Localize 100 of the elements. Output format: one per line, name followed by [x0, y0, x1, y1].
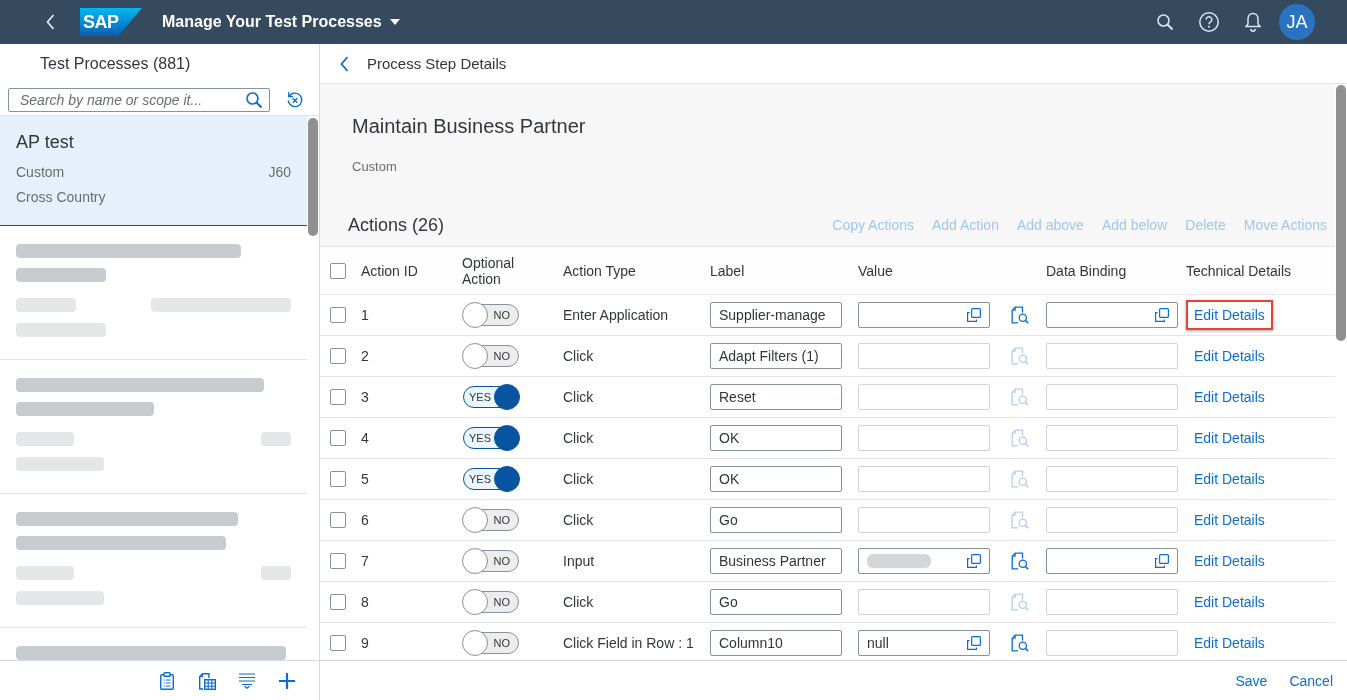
edit-details-link[interactable]: Edit Details [1186, 505, 1273, 535]
label-field[interactable]: Business Partner [710, 548, 842, 574]
toggle-switch[interactable]: NO [462, 589, 520, 615]
table-cell: Enter Application [563, 307, 669, 323]
bell-icon[interactable] [1245, 12, 1261, 32]
column-header: Optional Action [462, 254, 516, 287]
clear-filter-icon[interactable] [286, 91, 304, 109]
blurred-text-block [867, 554, 931, 568]
table-cell: 1 [361, 307, 369, 323]
logo: SAP [80, 8, 142, 36]
scrollbar-thumb[interactable] [308, 118, 318, 236]
item-subtitle: Custom [16, 163, 65, 181]
copy-icon[interactable] [1155, 554, 1169, 568]
toggle-switch[interactable]: NO [462, 302, 520, 328]
object-title: Maintain Business Partner [351, 114, 587, 139]
data-binding-field[interactable] [1046, 302, 1178, 328]
column-header: Label [710, 262, 745, 279]
clipboard-list-icon[interactable] [160, 671, 174, 690]
toggle-switch[interactable]: YES [462, 384, 520, 410]
value-help-icon[interactable] [1011, 552, 1029, 570]
copy-icon[interactable] [967, 308, 981, 322]
label-field[interactable]: Column10 [710, 630, 842, 656]
plus-icon[interactable] [279, 672, 295, 689]
footer-button[interactable]: Save [1227, 665, 1276, 696]
help-icon[interactable] [1199, 12, 1219, 32]
scrollbar-thumb[interactable] [1336, 85, 1346, 341]
column-header: Action Type [563, 262, 636, 279]
edit-details-link[interactable]: Edit Details [1186, 341, 1273, 371]
edit-details-link[interactable]: Edit Details [1186, 628, 1273, 658]
label-field[interactable]: Reset [710, 384, 842, 410]
value-help-icon[interactable] [1011, 306, 1029, 324]
checkbox[interactable] [330, 262, 346, 279]
blurred-text-block [261, 566, 291, 580]
value-field[interactable] [858, 302, 990, 328]
edit-details-link[interactable]: Edit Details [1186, 587, 1273, 617]
column-header: Technical Details [1186, 262, 1292, 279]
toggle-switch[interactable]: NO [462, 507, 520, 533]
checkbox[interactable] [330, 307, 346, 323]
column-header: Data Binding [1046, 262, 1127, 279]
checkbox[interactable] [330, 471, 346, 487]
table-cell: Click [563, 430, 594, 446]
blurred-text-block [16, 298, 76, 312]
toggle-switch[interactable]: YES [462, 425, 520, 451]
copy-icon[interactable] [967, 554, 981, 568]
edit-details-link[interactable]: Edit Details [1186, 464, 1273, 494]
label-field[interactable]: OK [710, 466, 842, 492]
label-field[interactable]: Supplier-manage [710, 302, 842, 328]
label-field[interactable]: OK [710, 425, 842, 451]
search-icon[interactable] [1157, 14, 1173, 30]
value-help-icon[interactable] [1011, 634, 1029, 652]
copy-icon[interactable] [967, 636, 981, 650]
checkbox[interactable] [330, 430, 346, 446]
label-field[interactable]: Adapt Filters (1) [710, 343, 842, 369]
list-title: Test Processes (881) [39, 53, 192, 74]
chevron-left-icon[interactable] [340, 55, 349, 72]
page-title: Process Step Details [367, 55, 507, 72]
footer-button[interactable]: Cancel [1281, 665, 1341, 696]
blurred-text-block [16, 432, 74, 446]
toggle-switch[interactable]: NO [462, 630, 520, 656]
table-title: Actions (26) [348, 214, 446, 236]
table-cell: Click Field in Row : 1 [563, 635, 694, 651]
toggle-switch[interactable]: NO [462, 343, 520, 369]
checkbox[interactable] [330, 389, 346, 405]
caret-icon [389, 19, 400, 25]
table-cell: 7 [361, 553, 369, 569]
column-header: Action ID [361, 262, 418, 279]
toggle-switch[interactable]: YES [462, 466, 520, 492]
item-system: J60 [268, 163, 291, 181]
table-cell: 3 [361, 389, 369, 405]
toggle-switch[interactable]: NO [462, 548, 520, 574]
table-cell: 5 [361, 471, 369, 487]
checkbox[interactable] [330, 348, 346, 364]
checkbox[interactable] [330, 635, 346, 651]
data-binding-field[interactable] [1046, 548, 1178, 574]
item-scope: Cross Country [16, 188, 107, 206]
list-item[interactable]: AP test Custom J60 Cross Country [0, 116, 307, 226]
app-title-button[interactable]: Manage Your Test Processes [162, 9, 400, 35]
edit-details-link[interactable]: Edit Details [1186, 546, 1273, 576]
search-icon[interactable] [246, 92, 262, 108]
table-cell: 2 [361, 348, 369, 364]
toolbar-link: Add above [1016, 217, 1084, 233]
sort-icon[interactable] [239, 672, 255, 689]
edit-details-link[interactable]: Edit Details [1186, 300, 1273, 330]
checkbox[interactable] [330, 594, 346, 610]
table-document-icon[interactable] [198, 671, 216, 690]
toolbar-link: Add below [1101, 217, 1168, 233]
checkbox[interactable] [330, 512, 346, 528]
checkbox[interactable] [330, 553, 346, 569]
copy-icon[interactable] [1155, 308, 1169, 322]
edit-details-link[interactable]: Edit Details [1186, 423, 1273, 453]
edit-details-link[interactable]: Edit Details [1186, 382, 1273, 412]
table-cell: Click [563, 594, 594, 610]
avatar[interactable]: JA [1279, 4, 1315, 40]
search-field[interactable]: Search by name or scope it... [8, 88, 270, 112]
value-field[interactable]: null [858, 630, 990, 656]
label-field[interactable]: Go [710, 507, 842, 533]
item-title: AP test [16, 131, 75, 153]
label-field[interactable]: Go [710, 589, 842, 615]
value-field[interactable] [858, 548, 990, 574]
table-cell: 9 [361, 635, 369, 651]
